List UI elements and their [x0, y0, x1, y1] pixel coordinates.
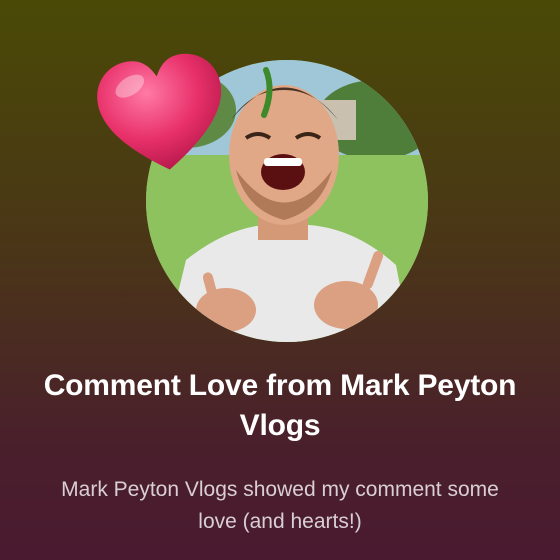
notification-subtitle: Mark Peyton Vlogs showed my comment some… [61, 478, 499, 533]
heart-icon [88, 43, 236, 184]
notification-title: Comment Love from Mark Peyton Vlogs [43, 369, 517, 442]
comment-love-card: Comment Love from Mark Peyton Vlogs Mark… [0, 0, 560, 560]
